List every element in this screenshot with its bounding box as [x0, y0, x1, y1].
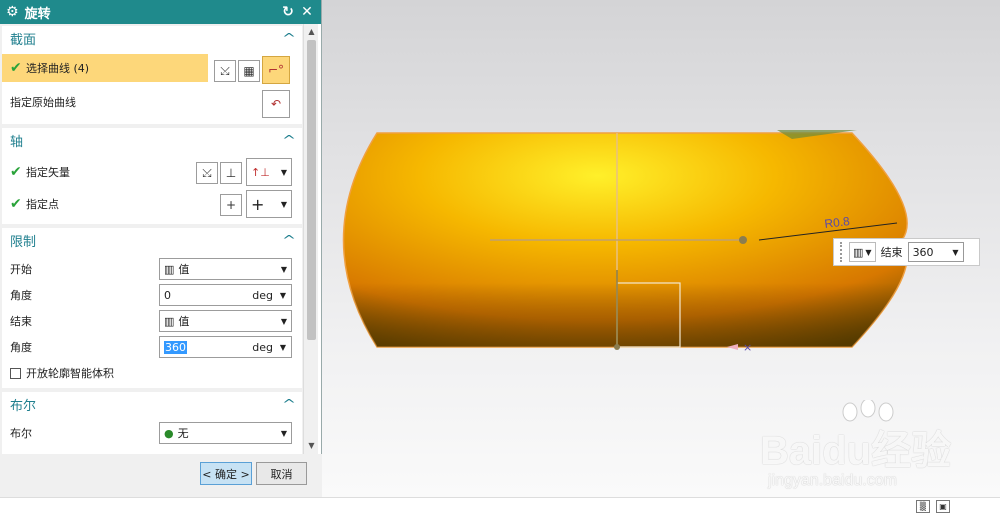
open-profile-checkbox[interactable]	[10, 367, 21, 379]
float-end-label: 结束	[880, 246, 903, 259]
section-title: 截面	[10, 32, 37, 48]
section-header[interactable]: 截面 ^	[2, 26, 302, 50]
value-type-icon: ▥	[853, 245, 864, 259]
status-bar: ▒ ▣	[0, 497, 1000, 515]
gear-icon[interactable]: ⚙	[6, 4, 19, 20]
end-angle-value: 360	[164, 340, 187, 354]
axis-point	[739, 236, 747, 244]
section-group: 截面 ^ ✔ 选择曲线 (4) ⤩ ▦ ⌐° 指定原始曲线 ↶	[2, 26, 302, 124]
collapse-chevron-icon[interactable]: ^	[282, 397, 296, 411]
revolve-dialog: ⚙ 旋转 ↻ ✕ 截面 ^ ✔ 选择曲线 (4) ⤩ ▦ ⌐° 指定原始曲线 ↶	[0, 0, 322, 497]
fit-view-icon[interactable]: ▣	[936, 500, 950, 513]
specify-origin-curve-label: 指定原始曲线	[10, 96, 76, 109]
floating-end-input: ▥ ▼ 结束 360 ▼	[833, 238, 980, 266]
value-type-icon: ▥	[164, 262, 175, 276]
start-type-dropdown[interactable]: ▥ 值 ▼	[159, 258, 292, 280]
specify-point-label: 指定点	[26, 198, 59, 211]
start-angle-unit: deg	[252, 288, 273, 302]
point-icon: +	[251, 194, 265, 214]
float-end-value: 360	[912, 245, 934, 259]
select-curve-row[interactable]: ✔ 选择曲线 (4)	[2, 54, 208, 82]
collapse-chevron-icon[interactable]: ^	[282, 133, 296, 147]
limits-group: 限制 ^ 开始 ▥ 值 ▼ 角度 0 deg ▼ 结束 ▥ 值 ▼ 角度 360…	[2, 228, 302, 388]
start-angle-value: 0	[164, 288, 171, 302]
axis-group: 轴 ^ ✔ 指定矢量 ⤩ ⊥ ↑⊥ ▼ ✔ 指定点 + + ▼	[2, 128, 302, 224]
ok-button[interactable]: < 确定 >	[200, 462, 252, 485]
reset-icon[interactable]: ↻	[280, 4, 296, 20]
sketch-section-icon[interactable]: ▦	[238, 60, 260, 82]
vector-type-dropdown[interactable]: ↑⊥ ▼	[246, 158, 292, 186]
check-icon: ✔	[10, 164, 22, 180]
svg-text:×: ×	[743, 341, 752, 354]
end-label: 结束	[10, 315, 32, 328]
dialog-scrollbar[interactable]: ▲ ▼	[303, 24, 318, 454]
specify-vector-label: 指定矢量	[26, 166, 70, 179]
dialog-content: 截面 ^ ✔ 选择曲线 (4) ⤩ ▦ ⌐° 指定原始曲线 ↶ 轴 ^ ✔ 指定	[0, 24, 314, 454]
selection-filter-icon[interactable]: ▒	[916, 500, 930, 513]
boolean-label: 布尔	[10, 427, 32, 440]
start-angle-label: 角度	[10, 289, 32, 302]
specify-origin-curve-row: 指定原始曲线	[2, 88, 302, 116]
select-curve-label: 选择曲线 (4)	[26, 62, 90, 75]
boolean-group: 布尔 ^ 布尔 ● 无 ▼	[2, 392, 302, 454]
dialog-titlebar[interactable]: ⚙ 旋转 ↻ ✕	[0, 0, 321, 24]
limits-header[interactable]: 限制 ^	[2, 228, 302, 252]
boolean-header[interactable]: 布尔 ^	[2, 392, 302, 416]
curve-select-icon[interactable]: ⌐°	[262, 56, 290, 84]
boolean-title: 布尔	[10, 398, 37, 414]
open-profile-label: 开放轮廓智能体积	[26, 367, 114, 380]
dialog-footer: < 确定 > 取消	[0, 454, 322, 497]
cancel-button[interactable]: 取消	[256, 462, 307, 485]
drag-grip-icon[interactable]	[840, 242, 844, 262]
open-profile-row: 开放轮廓智能体积	[2, 362, 302, 384]
curve-rule-icon[interactable]: ⤩	[214, 60, 236, 82]
vector-dialog-icon[interactable]: ⊥	[220, 162, 242, 184]
float-end-value-field[interactable]: 360 ▼	[907, 242, 964, 262]
end-angle-input[interactable]: 360 deg ▼	[159, 336, 292, 358]
axis-title: 轴	[10, 134, 24, 150]
scroll-up-icon[interactable]: ▲	[307, 27, 316, 37]
origin-curve-icon[interactable]: ↶	[262, 90, 290, 118]
close-icon[interactable]: ✕	[299, 4, 315, 20]
reverse-direction-icon[interactable]: ⤩	[196, 162, 218, 184]
check-icon: ✔	[10, 196, 22, 212]
start-label: 开始	[10, 263, 32, 276]
dialog-title: 旋转	[24, 6, 51, 22]
end-type-dropdown[interactable]: ▥ 值 ▼	[159, 310, 292, 332]
graphics-viewport[interactable]: R0.8 × ▥ ▼ 结束 360 ▼	[322, 0, 1000, 497]
end-angle-unit: deg	[252, 340, 273, 354]
boolean-none-icon: ●	[164, 426, 174, 440]
point-type-dropdown[interactable]: + ▼	[246, 190, 292, 218]
value-type-icon: ▥	[164, 314, 175, 328]
vector-icon: ↑⊥	[251, 165, 270, 179]
axis-header[interactable]: 轴 ^	[2, 128, 302, 152]
end-type-dropdown[interactable]: ▥ ▼	[849, 242, 876, 262]
start-angle-input[interactable]: 0 deg ▼	[159, 284, 292, 306]
boolean-dropdown[interactable]: ● 无 ▼	[159, 422, 292, 444]
scroll-down-icon[interactable]: ▼	[307, 441, 316, 451]
point-dialog-icon[interactable]: +	[220, 194, 242, 216]
limits-title: 限制	[10, 234, 37, 250]
collapse-chevron-icon[interactable]: ^	[282, 31, 296, 45]
end-option: 值	[178, 315, 190, 328]
start-option: 值	[178, 263, 190, 276]
end-angle-label: 角度	[10, 341, 32, 354]
scroll-thumb[interactable]	[307, 40, 316, 340]
boolean-option: 无	[177, 427, 189, 440]
check-icon: ✔	[10, 60, 22, 76]
collapse-chevron-icon[interactable]: ^	[282, 233, 296, 247]
